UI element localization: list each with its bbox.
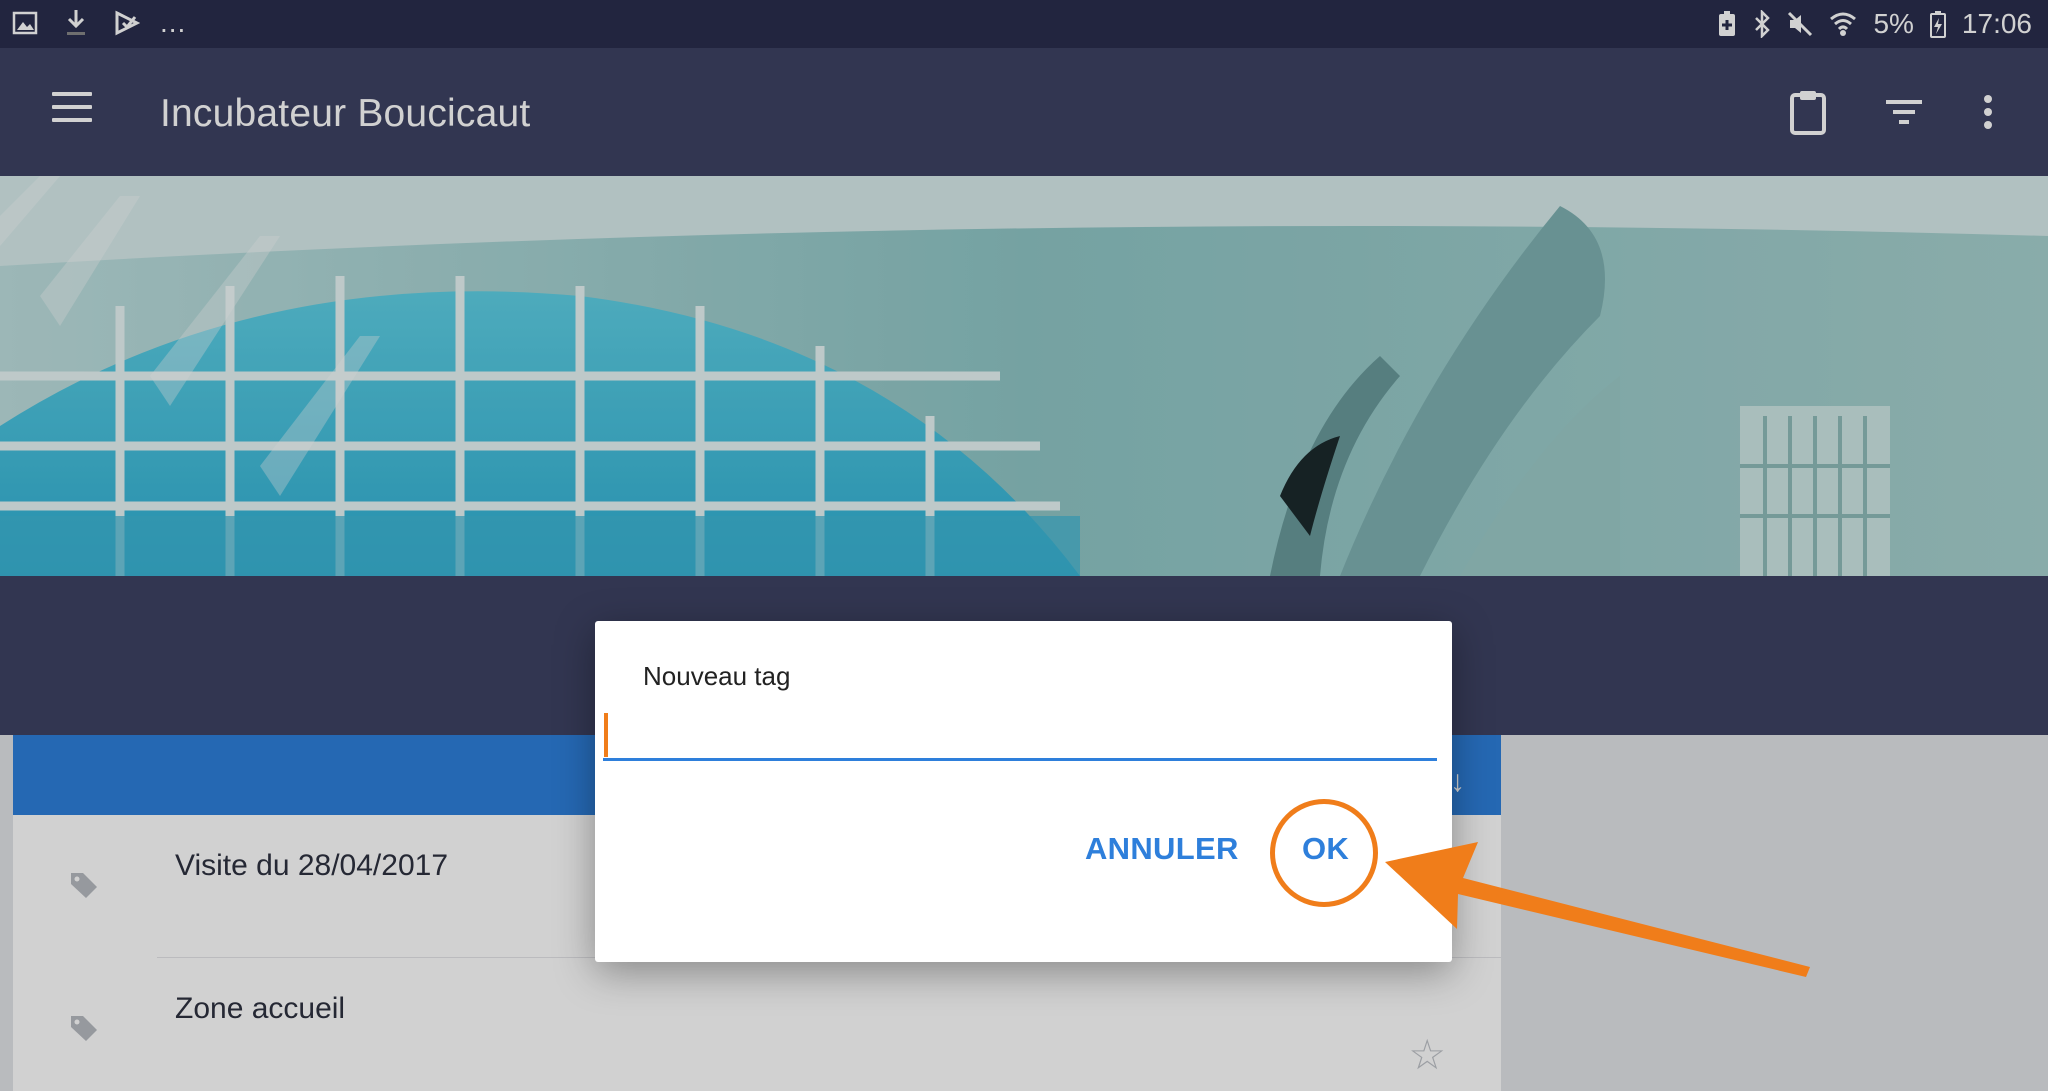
pointer-arrow-icon [1385, 842, 1810, 977]
